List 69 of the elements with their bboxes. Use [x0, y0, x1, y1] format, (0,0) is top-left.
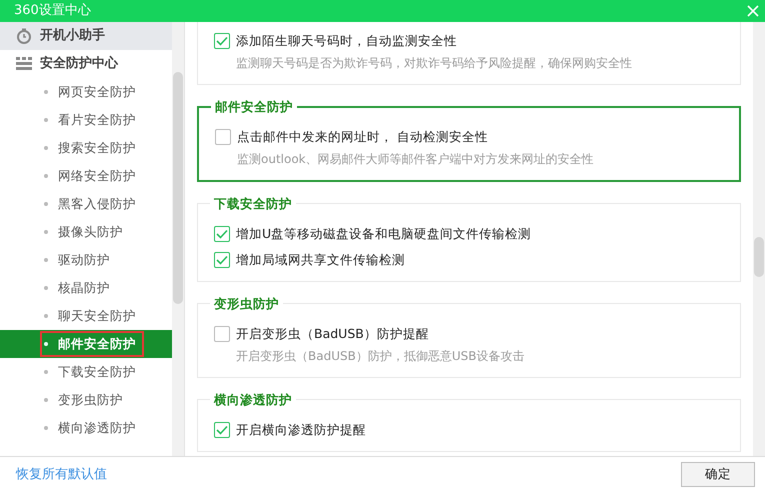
window-title: 360设置中心: [14, 2, 91, 20]
sidebar-item[interactable]: 看片安全防护: [0, 106, 172, 134]
bullet-icon: [44, 118, 48, 122]
group-title: 下载安全防护: [213, 196, 293, 211]
item-label: 黑客入侵防护: [58, 194, 136, 213]
bullet-icon: [44, 426, 48, 430]
scrollbar-thumb[interactable]: [754, 237, 764, 277]
bullet-icon: [44, 286, 48, 290]
item-label: 摄像头防护: [58, 222, 123, 241]
option-label: 点击邮件中发来的网址时， 自动检测安全性: [237, 128, 488, 146]
checkbox[interactable]: [214, 33, 230, 49]
sidebar-item[interactable]: 驱动防护: [0, 246, 172, 274]
sidebar-item[interactable]: 搜索安全防护: [0, 134, 172, 162]
item-label: 邮件安全防护: [58, 334, 136, 353]
option-description: 开启变形虫（BadUSB）防护，抵御恶意USB设备攻击: [235, 348, 526, 365]
sidebar-item[interactable]: 网页安全防护: [0, 78, 172, 106]
timer-icon: [16, 28, 32, 44]
item-label: 网页安全防护: [58, 82, 136, 101]
group-title: 邮件安全防护: [214, 99, 294, 114]
sidebar-item[interactable]: 核晶防护: [0, 274, 172, 302]
option-label: 增加U盘等移动磁盘设备和电脑硬盘间文件传输检测: [236, 224, 532, 243]
option-label: 添加陌生聊天号码时，自动监测安全性: [236, 32, 457, 50]
category-label: 开机小助手: [40, 26, 105, 46]
checkbox[interactable]: [214, 422, 230, 438]
bullet-icon: [44, 370, 48, 374]
bullet-icon: [44, 202, 48, 206]
close-icon[interactable]: [747, 5, 759, 17]
sidebar-item[interactable]: 聊天安全防护: [0, 302, 172, 330]
item-label: 网络安全防护: [58, 166, 136, 185]
item-label: 核晶防护: [58, 278, 110, 297]
group-title: 横向渗透防护: [212, 392, 293, 407]
bullet-icon: [44, 230, 48, 234]
sidebar-category[interactable]: 开机小助手: [0, 22, 172, 50]
checkbox[interactable]: [215, 129, 231, 145]
item-label: 聊天安全防护: [58, 306, 136, 325]
checkbox[interactable]: [214, 326, 230, 342]
sidebar-item[interactable]: 变形虫防护: [0, 386, 172, 414]
group-title: 变形虫防护: [213, 296, 280, 311]
item-label: 变形虫防护: [58, 390, 123, 409]
option-description: 监测outlook、网易邮件大师等邮件客户端中对方发来网址的安全性: [236, 151, 595, 168]
option-label: 开启横向渗透防护提醒: [236, 420, 366, 439]
bullet-icon: [44, 398, 48, 402]
option-description: 监测聊天号码是否为欺诈号码，对欺诈号码给予风险提醒，确保网购安全性: [235, 55, 633, 72]
item-label: 驱动防护: [58, 250, 110, 269]
bullet-icon: [44, 314, 48, 318]
item-label: 看片安全防护: [58, 110, 136, 129]
item-label: 横向渗透防护: [58, 418, 136, 437]
item-label: 下载安全防护: [58, 362, 136, 381]
checkbox[interactable]: [214, 252, 230, 268]
sidebar-item[interactable]: 横向渗透防护: [0, 414, 172, 442]
sidebar-item[interactable]: 网络安全防护: [0, 162, 172, 190]
bullet-icon: [44, 258, 48, 262]
bullet-icon: [44, 146, 48, 150]
sidebar-item[interactable]: 邮件安全防护: [0, 330, 172, 358]
bullet-icon: [44, 90, 48, 94]
scrollbar-thumb[interactable]: [173, 72, 183, 304]
item-label: 搜索安全防护: [58, 138, 136, 157]
sidebar-category[interactable]: 安全防护中心: [0, 50, 172, 78]
checkbox[interactable]: [214, 226, 230, 242]
sidebar-item[interactable]: 摄像头防护: [0, 218, 172, 246]
category-label: 安全防护中心: [40, 54, 118, 74]
bullet-icon: [44, 342, 48, 346]
wall-icon: [16, 57, 32, 71]
sidebar-item[interactable]: 下载安全防护: [0, 358, 172, 386]
ok-button[interactable]: 确定: [681, 462, 755, 487]
option-label: 增加局域网共享文件传输检测: [236, 250, 405, 269]
bullet-icon: [44, 174, 48, 178]
sidebar-item[interactable]: 黑客入侵防护: [0, 190, 172, 218]
option-label: 开启变形虫（BadUSB）防护提醒: [236, 324, 429, 343]
